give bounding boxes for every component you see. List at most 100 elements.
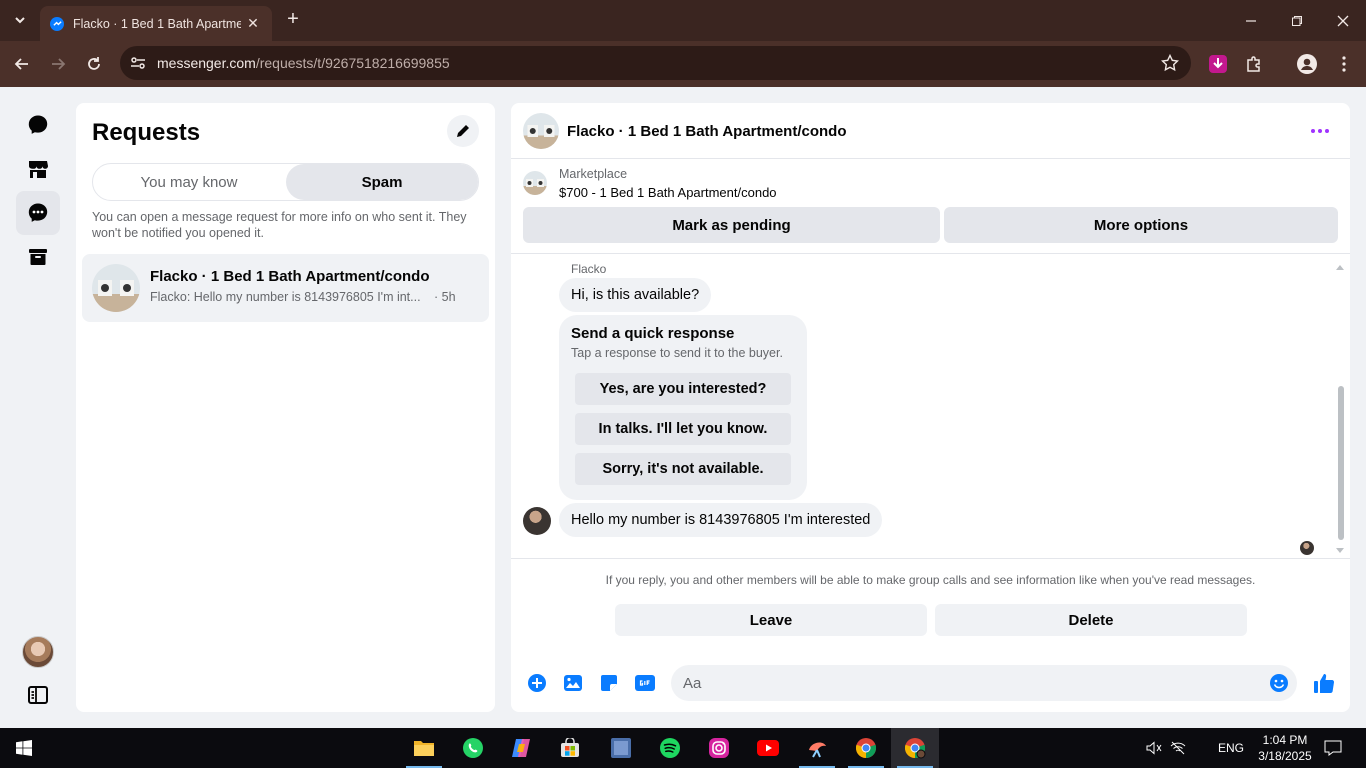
requests-filter-tabs: You may know Spam [92, 163, 479, 201]
bookmark-star-icon[interactable] [1161, 54, 1179, 72]
quick-response-option[interactable]: In talks. I'll let you know. [575, 413, 791, 445]
quick-response-option[interactable]: Sorry, it's not available. [575, 453, 791, 485]
messenger-favicon-icon [50, 16, 64, 31]
new-tab-button[interactable]: + [282, 8, 304, 32]
leave-button[interactable]: Leave [615, 604, 927, 636]
restore-button[interactable] [1274, 0, 1320, 41]
browser-menu-icon[interactable] [1333, 53, 1355, 75]
thumbs-up-icon [1314, 674, 1335, 693]
sender-avatar[interactable] [523, 507, 551, 535]
user-avatar[interactable] [22, 636, 54, 668]
message-input[interactable] [683, 665, 1243, 701]
minimize-button[interactable] [1228, 0, 1274, 41]
spotify-taskbar[interactable] [646, 728, 694, 768]
emoji-icon[interactable] [1269, 673, 1289, 693]
marketplace-label: Marketplace [559, 167, 628, 181]
clock-time: 1:04 PM [1262, 733, 1308, 747]
reload-button[interactable] [80, 50, 108, 78]
messenger-left-nav [0, 87, 76, 728]
profile-icon[interactable] [1296, 53, 1318, 75]
notifications-icon[interactable] [1324, 728, 1342, 768]
browser-tab[interactable]: Flacko · 1 Bed 1 Bath Apartment/condo ✕ [40, 6, 272, 41]
chrome-taskbar[interactable] [842, 728, 890, 768]
conversation-avatar[interactable] [523, 113, 559, 149]
scroll-down-icon[interactable] [1336, 548, 1344, 554]
request-name: Flacko · 1 Bed 1 Bath Apartment/condo [150, 268, 430, 285]
gif-button[interactable] [633, 671, 657, 695]
request-time: · 5h [434, 290, 456, 304]
scrollbar-thumb[interactable] [1338, 386, 1344, 540]
quick-response-subtitle: Tap a response to send it to the buyer. [571, 346, 783, 360]
more-actions-button[interactable] [525, 671, 549, 695]
archive-nav-button[interactable] [16, 235, 60, 279]
tab-you-may-know[interactable]: You may know [93, 164, 285, 200]
file-explorer-taskbar[interactable] [400, 728, 448, 768]
whatsapp-icon [463, 738, 483, 758]
chevron-down-icon [15, 17, 25, 24]
pencil-icon [457, 125, 469, 137]
conversation-title[interactable]: Flacko · 1 Bed 1 Bath Apartment/condo [567, 123, 847, 140]
close-window-button[interactable] [1320, 0, 1366, 41]
instagram-taskbar[interactable] [695, 728, 743, 768]
windows-taskbar: ENG 1:04 PM 3/18/2025 [0, 728, 1366, 768]
conversation-header: Flacko · 1 Bed 1 Bath Apartment/condo [511, 103, 1350, 159]
chrome-profile-taskbar[interactable] [891, 728, 939, 768]
youtube-taskbar[interactable] [744, 728, 792, 768]
network-icon[interactable] [1170, 728, 1186, 768]
chat-bubble-icon [28, 115, 48, 134]
forward-button[interactable] [44, 50, 72, 78]
mark-as-pending-button[interactable]: Mark as pending [523, 207, 940, 243]
compose-button[interactable] [447, 115, 479, 147]
clock-date: 3/18/2025 [1258, 749, 1312, 763]
quick-response-card: Send a quick response Tap a response to … [559, 315, 807, 500]
sidebar-toggle-icon [28, 686, 48, 704]
back-button[interactable] [8, 50, 36, 78]
microsoft-store-taskbar[interactable] [546, 728, 594, 768]
delete-button[interactable]: Delete [935, 604, 1247, 636]
tab-title: Flacko · 1 Bed 1 Bath Apartment/condo [73, 16, 241, 31]
more-options-button[interactable]: More options [944, 207, 1338, 243]
arrow-right-icon [52, 58, 66, 70]
copilot-taskbar[interactable] [497, 728, 545, 768]
toggle-sidebar-button[interactable] [16, 673, 60, 717]
snipping-tool-taskbar[interactable] [793, 728, 841, 768]
sticker-button[interactable] [597, 671, 621, 695]
attach-photo-button[interactable] [561, 671, 585, 695]
marketplace-listing-title[interactable]: $700 - 1 Bed 1 Bath Apartment/condo [559, 185, 777, 200]
taskbar-clock[interactable]: 1:04 PM 3/18/2025 [1254, 732, 1316, 764]
address-bar[interactable]: messenger.com/requests/t/926751821669985… [120, 46, 1191, 80]
requests-nav-button[interactable] [16, 191, 60, 235]
scroll-up-icon[interactable] [1336, 264, 1344, 270]
store-icon [29, 161, 48, 178]
ps-app-taskbar[interactable] [597, 728, 645, 768]
chats-nav-button[interactable] [16, 103, 60, 147]
restore-icon [1292, 15, 1302, 26]
request-snippet: Flacko: Hello my number is 8143976805 I'… [150, 290, 421, 304]
conversation-info-button[interactable] [1308, 119, 1332, 143]
message-bubble[interactable]: Hi, is this available? [559, 278, 712, 312]
extensions-puzzle-icon[interactable] [1243, 53, 1265, 75]
quick-response-title: Send a quick response [571, 325, 735, 342]
more-horizontal-icon [1311, 129, 1329, 133]
start-button[interactable] [0, 728, 48, 768]
whatsapp-taskbar[interactable] [449, 728, 497, 768]
message-composer[interactable] [671, 665, 1297, 701]
tab-search-dropdown[interactable] [8, 8, 32, 32]
volume-icon[interactable] [1146, 728, 1162, 768]
page-title: Requests [92, 119, 201, 146]
download-extension-icon[interactable] [1207, 53, 1229, 75]
request-notice: If you reply, you and other members will… [605, 573, 1256, 587]
like-button[interactable] [1312, 671, 1336, 695]
marketplace-nav-button[interactable] [16, 147, 60, 191]
quick-response-option[interactable]: Yes, are you interested? [575, 373, 791, 405]
request-list-item[interactable]: Flacko · 1 Bed 1 Bath Apartment/condo Fl… [82, 254, 489, 322]
url-host: messenger.com [157, 55, 256, 71]
tab-close-icon[interactable]: ✕ [244, 14, 262, 32]
seen-receipt-avatar [1300, 541, 1314, 555]
input-language[interactable]: ENG [1218, 728, 1244, 768]
message-bubble[interactable]: Hello my number is 8143976805 I'm intere… [559, 503, 883, 537]
tab-spam[interactable]: Spam [286, 164, 478, 200]
site-info-icon[interactable] [129, 54, 147, 72]
requests-panel: Requests You may know Spam You can open … [76, 103, 495, 712]
windows-logo-icon [16, 740, 32, 756]
